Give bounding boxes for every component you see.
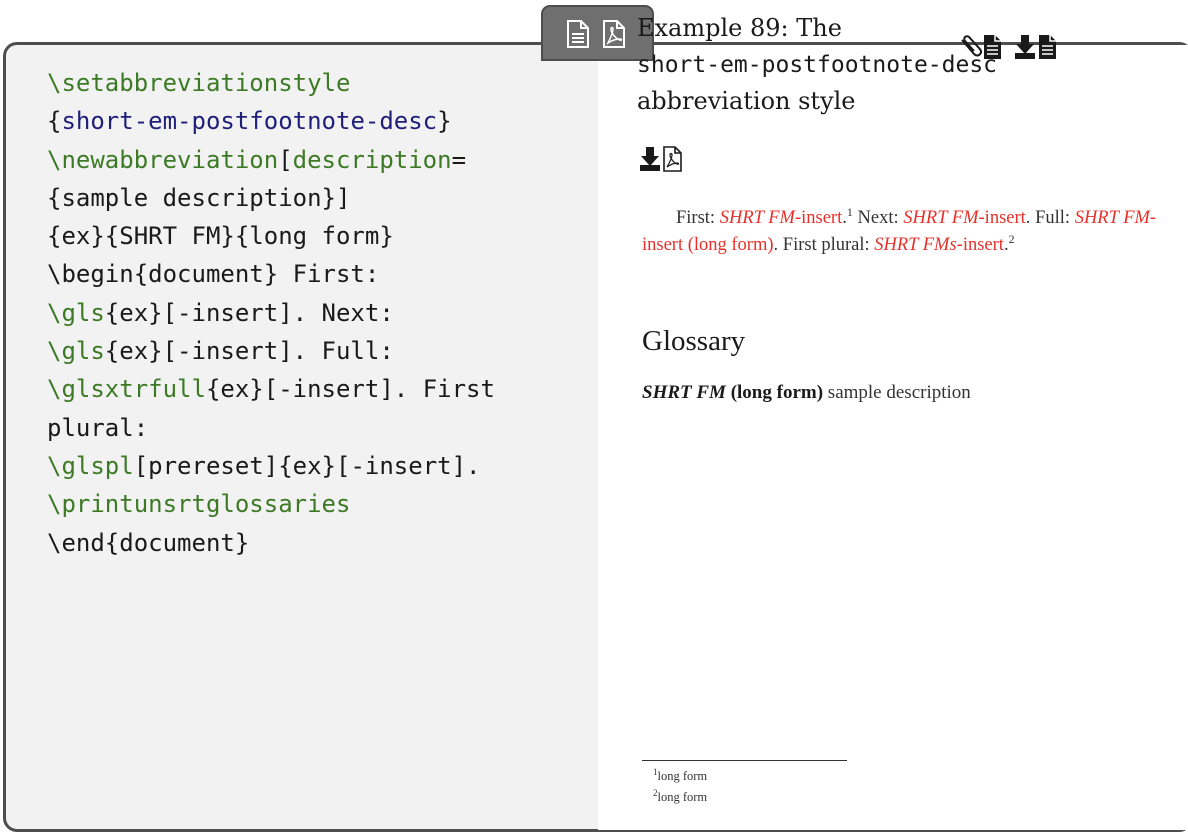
code-listing: \setabbreviationstyle {short-em-postfoot… [47, 69, 495, 557]
code-command: \newabbreviation [47, 145, 279, 174]
glossary-term: SHRT FM [642, 382, 726, 403]
footnote: 2long form [653, 787, 708, 804]
abbreviation-link[interactable]: SHRT FM-insert [720, 208, 843, 228]
download-pdf-icon[interactable] [639, 146, 685, 172]
code-command: \glsxtrfull [47, 375, 206, 404]
abbreviation-link[interactable]: SHRT FM-insert [903, 208, 1026, 228]
footnote-mark[interactable]: 2 [1009, 231, 1015, 245]
example-actions [958, 34, 1060, 60]
output-paragraph: First: SHRT FM-insert.1 Next: SHRT FM-in… [642, 204, 1157, 255]
abbreviation-link[interactable]: SHRT FMs-insert [874, 235, 1004, 255]
glossary-entry: SHRT FM (long form) sample description [642, 382, 971, 404]
example-title: Example 89: The short-em-postfootnote-des… [637, 14, 998, 115]
footnote-mark[interactable]: 1 [847, 205, 853, 219]
code-key: description [292, 145, 452, 174]
download-document-icon[interactable] [1014, 34, 1060, 60]
footnote-rule [642, 760, 847, 761]
code-command: \gls [47, 298, 105, 327]
glossary-heading: Glossary [642, 325, 746, 357]
document-icon[interactable] [565, 20, 591, 48]
code-command: \gls [47, 337, 105, 366]
code-command: \printunsrtglossaries [47, 490, 351, 519]
output-pane [598, 45, 1188, 830]
pdf-icon[interactable] [601, 20, 627, 48]
code-command: \glspl [47, 451, 134, 480]
footnotes: 1long form 2long form [653, 764, 707, 805]
paperclip-document-icon[interactable] [958, 34, 1004, 60]
glossary-long-form: (long form) [730, 382, 824, 403]
footnote: 1long form [653, 767, 708, 784]
code-command: \setabbreviationstyle [47, 69, 351, 97]
glossary-description: sample description [827, 382, 971, 403]
code-argument: short-em-postfootnote-desc [61, 107, 438, 136]
